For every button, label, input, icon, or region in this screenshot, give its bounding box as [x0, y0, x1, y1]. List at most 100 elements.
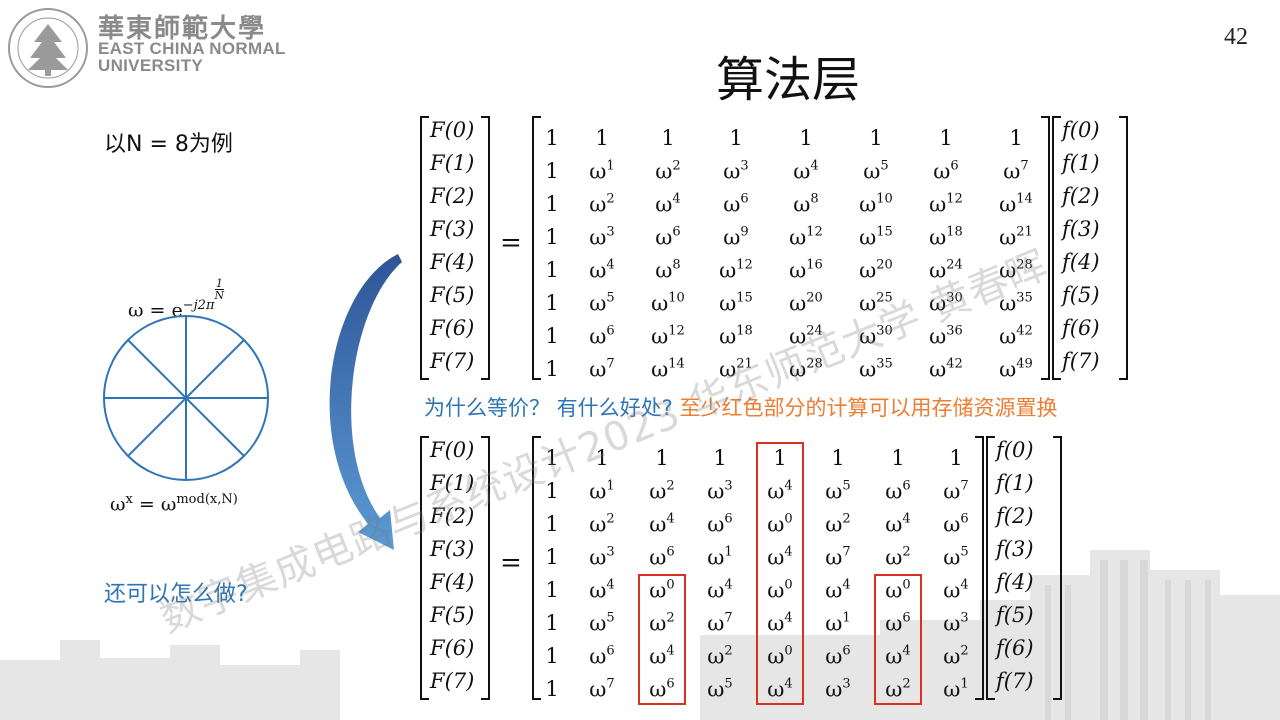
bottom-matrix-cell: 1 [545, 611, 559, 635]
top-input-entry: f(0) [1062, 118, 1100, 142]
bottom-matrix-cell: ω4 [943, 577, 969, 603]
bottom-output-entry: F(0) [430, 438, 475, 462]
top-matrix-cell: ω20 [789, 290, 823, 316]
top-output-vector: F(0) F(1) F(2) F(3) F(4) F(5) F(6) F(7) [420, 116, 490, 380]
top-matrix-cell: ω14 [999, 191, 1033, 217]
top-matrix-cell: ω6 [723, 191, 749, 217]
top-input-entry: f(7) [1062, 349, 1100, 373]
top-output-entry: F(6) [430, 316, 475, 340]
bottom-matrix-cell: ω2 [649, 478, 675, 504]
top-matrix-cell: ω1 [589, 158, 615, 184]
bottom-equals-sign: = [500, 548, 522, 578]
bottom-matrix-cell: ω6 [885, 478, 911, 504]
top-output-entry: F(1) [430, 151, 475, 175]
top-matrix-cell: ω2 [655, 158, 681, 184]
top-input-entry: f(6) [1062, 316, 1100, 340]
omega-exponent: −j2π [182, 298, 215, 313]
bottom-input-vector: f(0) f(1) f(2) f(3) f(4) f(5) f(6) f(7) [986, 436, 1062, 700]
highlight-box [874, 574, 922, 705]
top-matrix-cell: ω42 [929, 356, 963, 382]
top-matrix-cell: 1 [545, 357, 559, 381]
top-matrix-cell: 1 [545, 225, 559, 249]
bottom-matrix-cell: 1 [545, 677, 559, 701]
bottom-output-entry: F(4) [430, 570, 475, 594]
bottom-matrix-cell: ω4 [589, 577, 615, 603]
top-matrix-cell: ω9 [723, 224, 749, 250]
top-matrix-cell: ω6 [655, 224, 681, 250]
matrix-right-bracket [481, 116, 490, 380]
top-matrix-cell: 1 [545, 291, 559, 315]
bottom-output-entry: F(3) [430, 537, 475, 561]
bottom-matrix-cell: ω3 [943, 610, 969, 636]
top-matrix-cell: 1 [939, 126, 953, 150]
top-matrix-cell: 1 [595, 126, 609, 150]
top-matrix-cell: ω18 [719, 323, 753, 349]
bottom-matrix-cell: 1 [545, 512, 559, 536]
bottom-matrix-cell: ω4 [825, 577, 851, 603]
slide-title: 算法层 [715, 52, 860, 108]
modulo-identity: ωx = ωmod(x,N) [110, 492, 238, 515]
bottom-matrix-cell: 1 [891, 446, 905, 470]
top-input-entry: f(3) [1062, 217, 1100, 241]
top-matrix-cell: ω20 [859, 257, 893, 283]
top-matrix-cell: ω42 [999, 323, 1033, 349]
bottom-input-entry: f(0) [996, 438, 1034, 462]
top-matrix-cell: ω15 [859, 224, 893, 250]
highlight-box [756, 442, 804, 705]
top-output-entry: F(3) [430, 217, 475, 241]
bottom-output-entry: F(6) [430, 636, 475, 660]
matrix-right-bracket [1119, 116, 1128, 380]
unit-circle-diagram [103, 315, 269, 481]
top-matrix-cell: 1 [1009, 126, 1023, 150]
top-matrix-cell: ω6 [933, 158, 959, 184]
mod-lhs-base: ω [110, 493, 126, 516]
top-input-vector: f(0) f(1) f(2) f(3) f(4) f(5) f(6) f(7) [1052, 116, 1128, 380]
bottom-matrix-cell: ω1 [943, 676, 969, 702]
bottom-input-entry: f(4) [996, 570, 1034, 594]
bottom-input-entry: f(3) [996, 537, 1034, 561]
matrix-left-bracket [1052, 116, 1061, 380]
top-matrix-cell: ω7 [589, 356, 615, 382]
mod-rhs-exponent: mod(x,N) [176, 492, 238, 507]
top-output-entry: F(4) [430, 250, 475, 274]
highlight-box [638, 574, 686, 705]
bottom-input-entry: f(5) [996, 603, 1034, 627]
bottom-matrix-cell: 1 [713, 446, 727, 470]
bottom-matrix-cell: ω7 [707, 610, 733, 636]
bottom-input-entry: f(7) [996, 669, 1034, 693]
bottom-reduced-matrix: 1 1 1 1 1 1 1 1 1 ω1 ω2 ω3 ω4 ω5 ω6 ω7 1 ω2 ω4 ω6 ω0 ω2 ω4 ω6 1 ω… [532, 436, 984, 705]
top-matrix-cell: 1 [869, 126, 883, 150]
matrix-left-bracket [420, 436, 429, 700]
top-matrix-cell: ω12 [789, 224, 823, 250]
top-matrix-cell: ω4 [655, 191, 681, 217]
bottom-matrix-cell: ω3 [589, 544, 615, 570]
bottom-matrix-cell: ω5 [589, 610, 615, 636]
top-matrix-cell: ω3 [723, 158, 749, 184]
top-matrix-cell: ω49 [999, 356, 1033, 382]
top-input-entry: f(2) [1062, 184, 1100, 208]
top-matrix-cell: 1 [545, 258, 559, 282]
top-input-entry: f(5) [1062, 283, 1100, 307]
top-output-entry: F(5) [430, 283, 475, 307]
bottom-matrix-cell: ω6 [943, 511, 969, 537]
bottom-matrix-cell: ω6 [825, 643, 851, 669]
top-matrix-cell: 1 [545, 192, 559, 216]
top-output-entry: F(0) [430, 118, 475, 142]
top-equals-sign: = [500, 228, 522, 258]
bottom-output-entry: F(5) [430, 603, 475, 627]
bottom-input-entry: f(2) [996, 504, 1034, 528]
bottom-matrix-cell: ω6 [589, 643, 615, 669]
top-matrix-cell: 1 [545, 159, 559, 183]
top-matrix-cell: 1 [545, 324, 559, 348]
bottom-matrix-cell: ω3 [825, 676, 851, 702]
top-output-entry: F(7) [430, 349, 475, 373]
top-matrix-cell: ω18 [929, 224, 963, 250]
top-matrix-cell: ω3 [589, 224, 615, 250]
bottom-matrix-cell: ω4 [707, 577, 733, 603]
bottom-matrix-cell: ω7 [589, 676, 615, 702]
omega-fraction: 1N [214, 278, 225, 301]
top-output-entry: F(2) [430, 184, 475, 208]
matrix-right-bracket [1053, 436, 1062, 700]
top-matrix-cell: ω8 [655, 257, 681, 283]
bottom-matrix-cell: ω2 [707, 643, 733, 669]
